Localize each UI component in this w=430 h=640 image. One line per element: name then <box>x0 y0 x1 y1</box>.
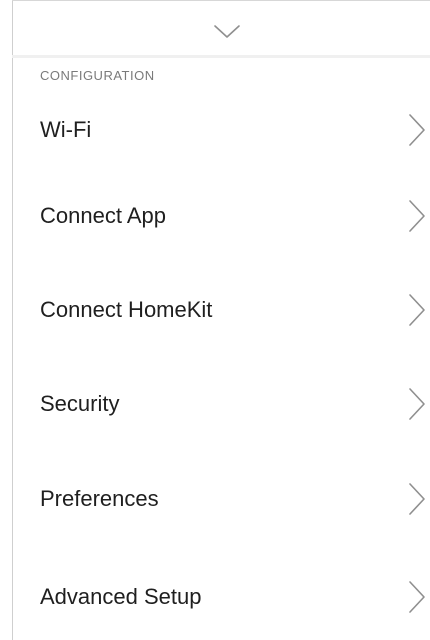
configuration-panel: CONFIGURATION Wi-Fi Connect App Connect … <box>0 0 430 640</box>
collapse-handle[interactable] <box>209 20 245 44</box>
menu-item-label: Connect App <box>40 203 166 228</box>
chevron-down-icon <box>214 25 240 39</box>
menu-item-label: Preferences <box>40 486 159 511</box>
menu-item-label: Advanced Setup <box>40 584 202 609</box>
section-title: CONFIGURATION <box>40 68 155 83</box>
menu-item-label: Wi-Fi <box>40 117 92 142</box>
menu-item-label: Connect HomeKit <box>40 297 213 322</box>
menu-item-security[interactable]: Security <box>12 358 430 450</box>
chevron-right-icon <box>407 199 427 233</box>
menu-item-connect-app[interactable]: Connect App <box>12 170 430 262</box>
chevron-right-icon <box>407 113 427 147</box>
menu-item-label: Security <box>40 391 120 416</box>
menu-item-connect-homekit[interactable]: Connect HomeKit <box>12 264 430 356</box>
menu-item-advanced-setup[interactable]: Advanced Setup <box>12 551 430 640</box>
panel-top-border <box>12 0 430 1</box>
chevron-right-icon <box>407 293 427 327</box>
header-divider <box>12 55 430 58</box>
chevron-right-icon <box>407 482 427 516</box>
menu-item-preferences[interactable]: Preferences <box>12 453 430 545</box>
chevron-right-icon <box>407 387 427 421</box>
chevron-right-icon <box>407 580 427 614</box>
menu-item-wi-fi[interactable]: Wi-Fi <box>12 84 430 176</box>
